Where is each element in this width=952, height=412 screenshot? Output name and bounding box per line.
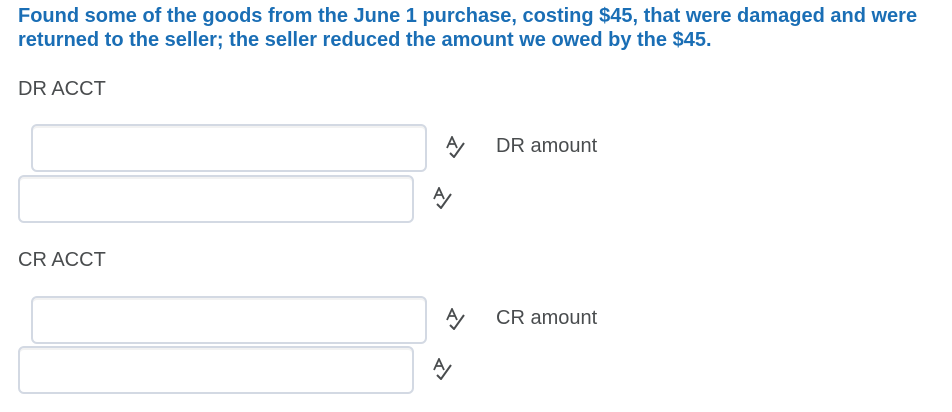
spellcheck-icon[interactable]	[444, 308, 466, 330]
dr-acct-label: DR ACCT	[18, 78, 106, 100]
dr-account-field-2[interactable]	[18, 175, 414, 223]
cr-amount-label: CR amount	[496, 307, 598, 329]
question-text: Found some of the goods from the June 1 …	[18, 5, 918, 51]
spellcheck-icon[interactable]	[431, 358, 453, 380]
dr-account-field-1[interactable]	[31, 124, 427, 172]
dr-amount-label: DR amount	[496, 135, 598, 157]
cr-account-field-2[interactable]	[18, 346, 414, 394]
cr-acct-label: CR ACCT	[18, 249, 106, 271]
spellcheck-icon[interactable]	[444, 136, 466, 158]
cr-account-field-1[interactable]	[31, 296, 427, 344]
spellcheck-icon[interactable]	[431, 187, 453, 209]
